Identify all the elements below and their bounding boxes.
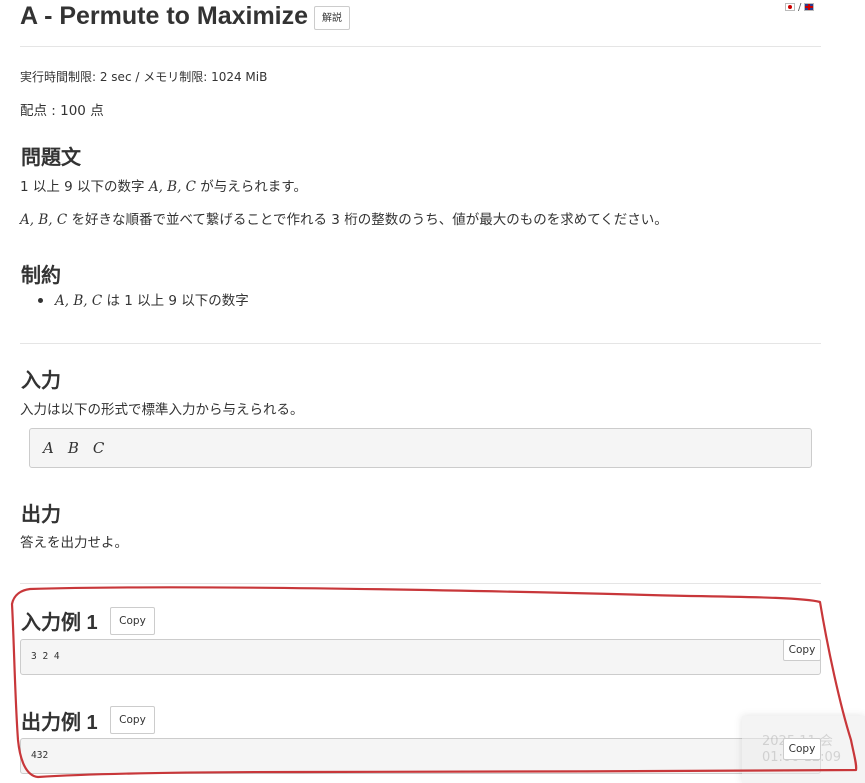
statement-line-1-prefix: 1 以上 9 以下の数字 <box>20 179 149 195</box>
format-var-b: B <box>67 439 79 457</box>
statement-line-2: A, B, C を好きな順番で並べて繋げることで作れる 3 桁の整数のうち、値が… <box>20 208 668 228</box>
sample-input-box[interactable]: 3 2 4 <box>20 639 821 675</box>
japanese-flag-icon[interactable] <box>785 3 795 11</box>
input-description: 入力は以下の形式で標準入力から与えられる。 <box>20 402 304 418</box>
format-var-a: A <box>43 439 54 457</box>
statement-vars-2: A, B, C <box>20 212 68 228</box>
divider <box>20 46 821 47</box>
page-title: A - Permute to Maximize <box>20 1 309 30</box>
problem-page: A - Permute to Maximize 解説 / 実行時間制限: 2 s… <box>0 0 865 783</box>
output-description: 答えを出力せよ。 <box>20 535 128 551</box>
score-text: 配点 : 100 点 <box>20 103 104 119</box>
english-flag-icon[interactable] <box>804 3 815 11</box>
bullet-icon <box>38 297 43 303</box>
sample-output-box[interactable]: 432 <box>20 738 821 774</box>
format-var-c: C <box>92 439 105 457</box>
input-format-box: ABC <box>29 428 812 468</box>
title-row: A - Permute to Maximize 解説 <box>20 0 351 32</box>
sample-output-box-copy-button[interactable]: Copy <box>783 738 821 760</box>
input-heading: 入力 <box>21 370 61 392</box>
constraint-text: は 1 以上 9 以下の数字 <box>102 293 249 309</box>
constraints-heading: 制約 <box>21 265 61 287</box>
editorial-button[interactable]: 解説 <box>314 6 351 30</box>
statement-heading: 問題文 <box>21 147 81 169</box>
sample-output-heading: 出力例 1 <box>21 712 98 734</box>
sample-input-heading: 入力例 1 <box>21 612 98 634</box>
output-heading: 出力 <box>21 504 61 526</box>
sample-input-box-copy-button[interactable]: Copy <box>783 639 821 661</box>
divider <box>20 343 821 344</box>
language-switcher: / <box>785 0 815 14</box>
statement-vars: A, B, C <box>148 179 197 195</box>
divider <box>20 583 821 584</box>
sample-input-copy-button[interactable]: Copy <box>110 607 155 635</box>
time-memory-limit: 実行時間制限: 2 sec / メモリ制限: 1024 MiB <box>20 70 268 84</box>
constraint-item: A, B, C は 1 以上 9 以下の数字 <box>38 289 249 309</box>
statement-line-1: 1 以上 9 以下の数字 A, B, C が与えられます。 <box>20 175 307 195</box>
statement-line-1-suffix: が与えられます。 <box>196 179 307 195</box>
constraint-vars: A, B, C <box>55 293 103 309</box>
statement-line-2-suffix: を好きな順番で並べて繋げることで作れる 3 桁の整数のうち、値が最大のものを求め… <box>67 212 668 228</box>
sample-output-copy-button[interactable]: Copy <box>110 706 155 734</box>
language-separator: / <box>798 1 802 13</box>
